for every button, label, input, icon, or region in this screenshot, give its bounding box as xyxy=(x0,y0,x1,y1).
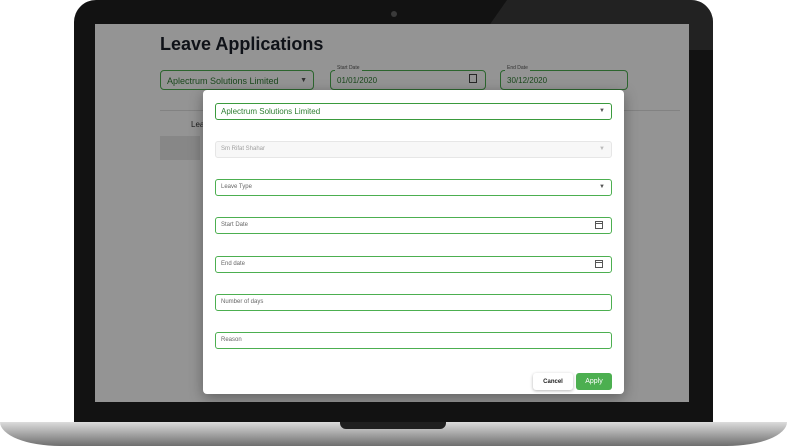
dialog-company-select[interactable]: Aplectrum Solutions Limited ▼ xyxy=(215,103,612,120)
chevron-down-icon: ▼ xyxy=(599,146,605,152)
apply-button[interactable]: Apply xyxy=(576,373,612,390)
end-date-field[interactable]: End date xyxy=(215,256,612,273)
start-date-placeholder: Start Date xyxy=(221,222,249,228)
start-date-field[interactable]: Start Date xyxy=(215,217,612,234)
reason-input[interactable]: Reason xyxy=(215,332,612,349)
chevron-down-icon: ▼ xyxy=(599,184,605,190)
chevron-down-icon: ▼ xyxy=(599,108,605,114)
end-date-placeholder: End date xyxy=(221,261,246,267)
camera-icon xyxy=(391,11,397,17)
leave-type-select[interactable]: Leave Type ▼ xyxy=(215,179,612,196)
cancel-button[interactable]: Cancel xyxy=(533,373,573,390)
reason-placeholder: Reason xyxy=(221,337,242,343)
employee-select: Sm Rifat Shahar ▼ xyxy=(215,141,612,158)
laptop-notch xyxy=(340,422,446,429)
leave-application-dialog: Aplectrum Solutions Limited ▼ Sm Rifat S… xyxy=(203,90,624,394)
dialog-company-value: Aplectrum Solutions Limited xyxy=(221,107,321,116)
app-screen: Leave Applications Aplectrum Solutions L… xyxy=(95,24,689,402)
calendar-icon[interactable] xyxy=(595,260,603,268)
laptop-base xyxy=(0,422,787,446)
leave-type-placeholder: Leave Type xyxy=(221,184,252,190)
number-of-days-input[interactable]: Number of days xyxy=(215,294,612,311)
employee-value: Sm Rifat Shahar xyxy=(221,146,266,152)
calendar-icon[interactable] xyxy=(595,221,603,229)
days-placeholder: Number of days xyxy=(221,299,264,305)
